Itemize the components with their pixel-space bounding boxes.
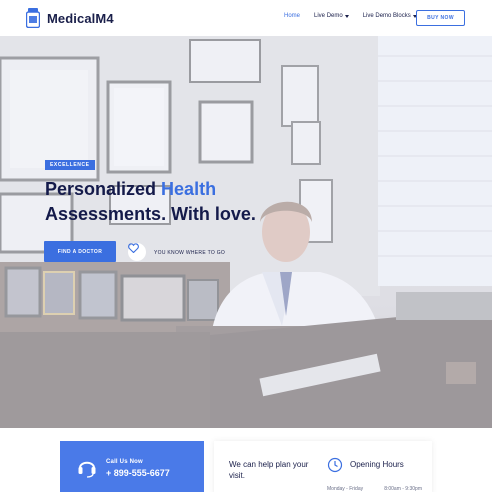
find-a-doctor-button[interactable]: FIND A DOCTOR [44,241,116,262]
headset-icon [77,456,97,483]
help-plan-text: We can help plan your visit. [229,460,309,480]
caret-down-icon [344,14,349,18]
hero-section: EXCELLENCE Personalized Health Assessmen… [0,36,492,428]
nav-live-demo[interactable]: Live Demo [314,13,349,19]
hours-time: 8:00am - 9:30pm [384,486,422,492]
excellence-badge: EXCELLENCE [45,160,95,170]
clock-icon [327,457,343,478]
brand-logo[interactable]: MedicalM4 [25,8,114,29]
nav-home-label: Home [284,13,301,19]
call-us-card[interactable]: Call Us Now + 899-555-6677 [60,441,204,492]
nav-live-demo-label: Live Demo [314,13,343,19]
opening-hours-title: Opening Hours [350,460,404,469]
hours-day: Monday - Friday [327,486,364,492]
call-us-label: Call Us Now [106,459,143,465]
buy-now-button[interactable]: BUY NOW [416,10,465,26]
hours-row: Monday - Friday 8:00am - 9:30pm [327,486,422,492]
hero-title-line-2: Assessments. With love. [45,204,256,224]
phone-number[interactable]: + 899-555-6677 [106,468,170,478]
pill-bottle-icon [25,8,41,29]
hero-title-text: Personalized [45,179,162,199]
nav-live-demo-blocks-label: Live Demo Blocks [362,13,411,19]
main-nav: Home Live Demo Live Demo Blocks [284,13,431,19]
brand-name: MedicalM4 [47,10,114,26]
visit-info-card: We can help plan your visit. Opening Hou… [214,441,432,492]
hero-overlay [0,36,492,428]
hero-title-line-1: Personalized Health [45,177,256,202]
hero-title-accent: Health [161,179,217,199]
site-header: MedicalM4 Home Live Demo Live Demo Block… [0,0,492,36]
nav-live-demo-blocks[interactable]: Live Demo Blocks [363,13,417,19]
hero-title: Personalized Health Assessments. With lo… [45,177,256,227]
hero-tagline: YOU KNOW WHERE TO GO [154,250,226,256]
favorite-button[interactable] [128,243,146,261]
nav-home[interactable]: Home [284,13,300,19]
